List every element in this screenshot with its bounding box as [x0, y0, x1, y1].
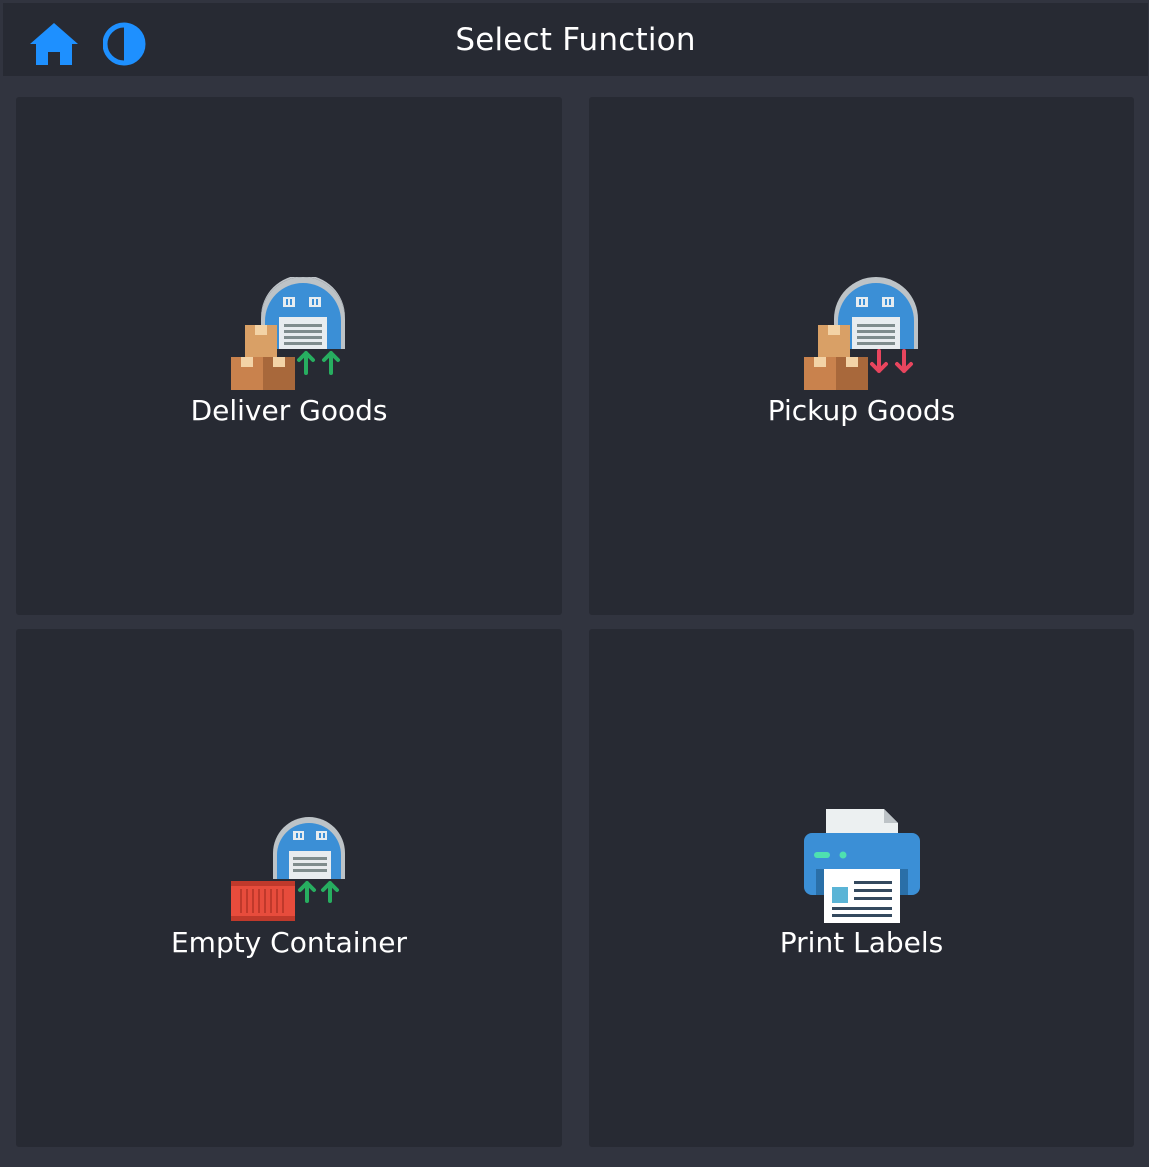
warehouse-container-icon: [231, 817, 345, 921]
tile-pickup-goods[interactable]: Pickup Goods: [589, 97, 1134, 615]
warehouse-pickup-icon: [803, 277, 918, 390]
tile-label: Deliver Goods: [190, 394, 388, 427]
printer-icon: [803, 809, 920, 923]
tile-empty-container[interactable]: Empty Container: [16, 629, 562, 1147]
page-title: Select Function: [455, 22, 696, 58]
tile-label: Pickup Goods: [767, 394, 956, 427]
warehouse-deliver-icon: [231, 277, 345, 390]
tile-deliver-goods[interactable]: Deliver Goods: [16, 97, 562, 615]
tile-print-labels[interactable]: Print Labels: [589, 629, 1134, 1147]
tile-label: Empty Container: [170, 926, 408, 959]
top-bar: Select Function: [3, 3, 1148, 76]
tile-label: Print Labels: [779, 926, 944, 959]
